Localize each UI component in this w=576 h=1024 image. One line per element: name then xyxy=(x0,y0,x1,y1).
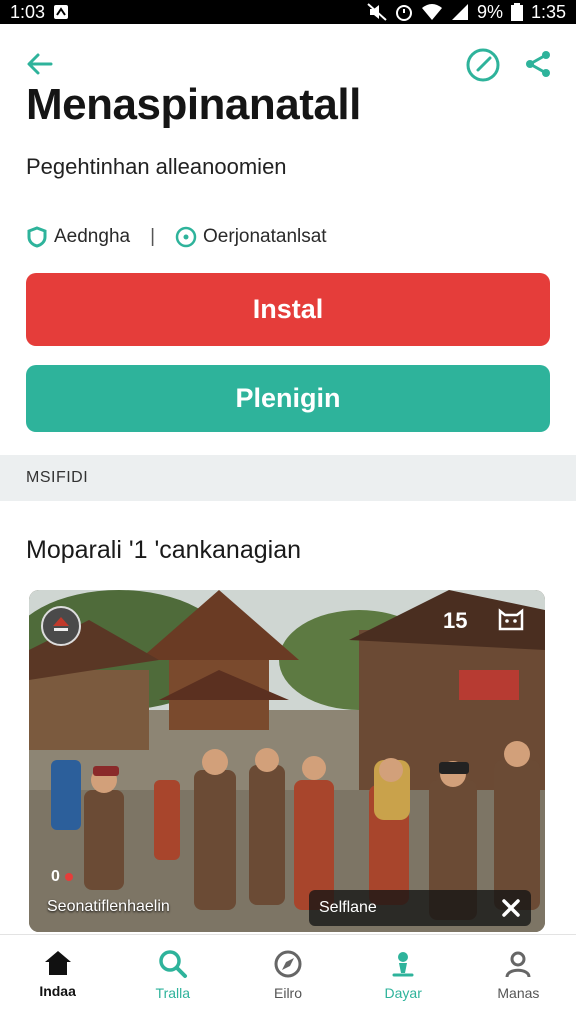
nav-label: Manas xyxy=(497,985,540,1001)
person-pin-icon xyxy=(392,952,414,977)
nav-label: Tralla xyxy=(155,985,191,1001)
meta-divider: | xyxy=(150,226,156,247)
battery-icon xyxy=(510,3,523,21)
share-icon xyxy=(526,51,550,77)
meta-item-verified: Oerjonatanlsat xyxy=(175,226,327,248)
battery-percent: 9% xyxy=(476,1,503,22)
alarm-icon xyxy=(395,3,413,21)
signal-icon xyxy=(451,3,469,21)
nav-item-home[interactable]: Indaa xyxy=(0,935,115,1024)
app-meta-row: Aedngha | Oerjonatanlsat xyxy=(26,226,327,248)
media-views-count: 0 xyxy=(51,868,60,885)
media-caption: Seonatiflenhaelin xyxy=(47,898,170,915)
mute-icon xyxy=(367,3,387,21)
media-count: 15 xyxy=(443,608,468,633)
status-clock: 1:35 xyxy=(530,1,566,22)
shield-icon xyxy=(27,226,47,248)
meta-item-rating: Aedngha xyxy=(26,226,130,248)
media-image xyxy=(29,590,545,932)
app-title: Menaspinanatall xyxy=(26,80,361,129)
back-button[interactable] xyxy=(22,46,58,82)
profile-icon xyxy=(505,951,531,978)
share-button[interactable] xyxy=(520,46,556,82)
section-band: MSIFIDI xyxy=(0,455,576,501)
channel-logo xyxy=(41,606,81,646)
install-button[interactable]: Instal xyxy=(26,273,550,346)
nav-item-explore[interactable]: Eilro xyxy=(230,935,345,1024)
search-icon xyxy=(159,950,187,978)
nav-label: Indaa xyxy=(39,983,76,999)
home-icon xyxy=(44,951,71,975)
cat-face-icon xyxy=(498,608,524,631)
section-heading: Moparali '1 'cankanagian xyxy=(26,536,301,564)
compass-icon xyxy=(274,950,302,978)
media-badge[interactable] xyxy=(495,604,527,636)
meta-label: Aedngha xyxy=(54,226,131,247)
app-subtitle: Pegehtinhan alleanoomien xyxy=(26,154,287,179)
bottom-navigation: Indaa Tralla Eilro Dayar Manas xyxy=(0,934,576,1024)
close-button[interactable] xyxy=(497,894,525,922)
history-button[interactable] xyxy=(464,46,502,84)
arrow-left-icon xyxy=(27,53,53,75)
check-circle-icon xyxy=(175,226,197,248)
meta-label: Oerjonatanlsat xyxy=(203,226,327,247)
close-icon xyxy=(502,899,520,917)
media-caption-pill: Selflane xyxy=(309,890,531,926)
nav-item-profile[interactable]: Manas xyxy=(461,935,576,1024)
record-icon xyxy=(64,873,73,881)
secondary-action-button[interactable]: Plenigin xyxy=(26,365,550,432)
emblem-icon xyxy=(53,617,69,631)
notification-icon xyxy=(53,4,69,20)
nav-label: Eilro xyxy=(274,985,303,1001)
nav-item-search[interactable]: Tralla xyxy=(115,935,230,1024)
clock-icon xyxy=(466,48,500,82)
media-card[interactable]: 15 0 Seonatiflenhaelin Selflane xyxy=(29,590,545,932)
pill-text: Selflane xyxy=(319,899,377,916)
wifi-icon xyxy=(421,3,443,21)
status-bar: 1:03 9% 1:35 xyxy=(0,0,576,24)
status-time: 1:03 xyxy=(10,1,46,22)
media-views: 0 xyxy=(51,868,74,886)
nav-item-register[interactable]: Dayar xyxy=(346,935,461,1024)
nav-label: Dayar xyxy=(384,985,422,1001)
